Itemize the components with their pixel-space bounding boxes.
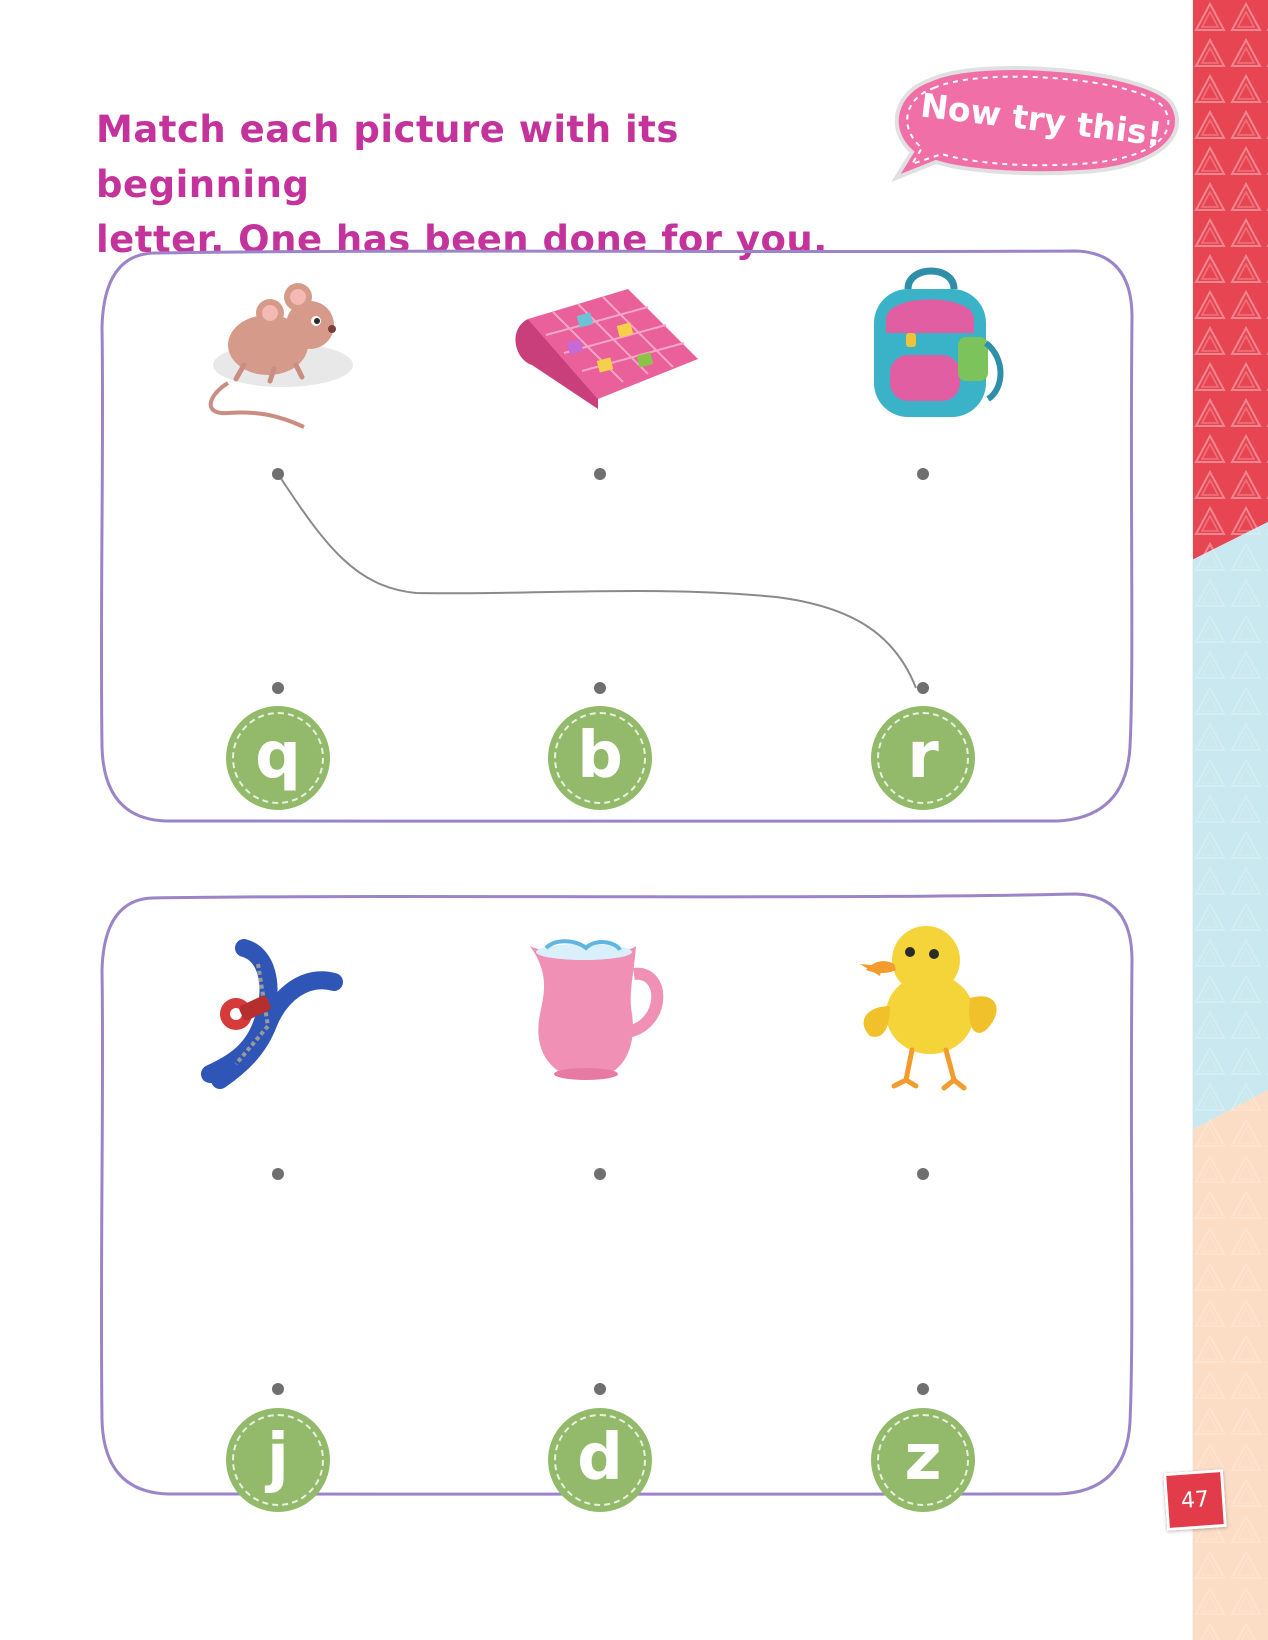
letter-circle-b: b: [548, 706, 652, 810]
letter-circle-z: z: [871, 1408, 975, 1512]
letter-r-match-dot[interactable]: [917, 682, 929, 694]
exercise-panel-1: q b r: [96, 247, 1136, 827]
jug-match-dot[interactable]: [594, 1168, 606, 1180]
jug-picture: [516, 934, 686, 1104]
duck-illustration-icon: [860, 926, 997, 1091]
zipper-illustration-icon: [201, 939, 343, 1089]
quilt-illustration-icon: [515, 289, 698, 409]
letter-label: q: [255, 719, 301, 793]
backpack-picture: [846, 259, 1016, 429]
zipper-picture: [196, 934, 366, 1104]
quilt-picture: [508, 269, 708, 439]
duck-match-dot[interactable]: [917, 1168, 929, 1180]
letter-j-match-dot[interactable]: [272, 1383, 284, 1395]
decorative-edge-strip: [1192, 0, 1268, 1640]
jug-illustration-icon: [530, 939, 664, 1080]
letter-circle-d: d: [548, 1408, 652, 1512]
zipper-match-dot[interactable]: [272, 1168, 284, 1180]
backpack-match-dot[interactable]: [917, 468, 929, 480]
letter-b-match-dot[interactable]: [594, 682, 606, 694]
letter-label: d: [577, 1421, 623, 1495]
backpack-illustration-icon: [874, 267, 1004, 417]
instruction-text: Match each picture with its beginning le…: [96, 102, 856, 267]
mouse-picture: [188, 265, 358, 435]
duck-picture: [846, 910, 1016, 1091]
instruction-line-1: Match each picture with its beginning: [96, 108, 679, 206]
letter-label: z: [904, 1421, 942, 1495]
letter-label: b: [577, 719, 623, 793]
letter-label: j: [267, 1421, 289, 1495]
mouse-match-dot[interactable]: [272, 468, 284, 480]
letter-label: r: [907, 719, 939, 793]
mouse-illustration-icon: [208, 283, 353, 429]
letter-q-match-dot[interactable]: [272, 682, 284, 694]
example-match-line: [277, 473, 917, 689]
exercise-panel-2: j d z: [96, 892, 1136, 1512]
now-try-this-badge: Now try this!: [890, 60, 1190, 200]
letter-circle-j: j: [226, 1408, 330, 1512]
letter-d-match-dot[interactable]: [594, 1383, 606, 1395]
letter-circle-r: r: [871, 706, 975, 810]
page-number: 47: [1163, 1468, 1227, 1532]
quilt-match-dot[interactable]: [594, 468, 606, 480]
letter-z-match-dot[interactable]: [917, 1383, 929, 1395]
letter-circle-q: q: [226, 706, 330, 810]
